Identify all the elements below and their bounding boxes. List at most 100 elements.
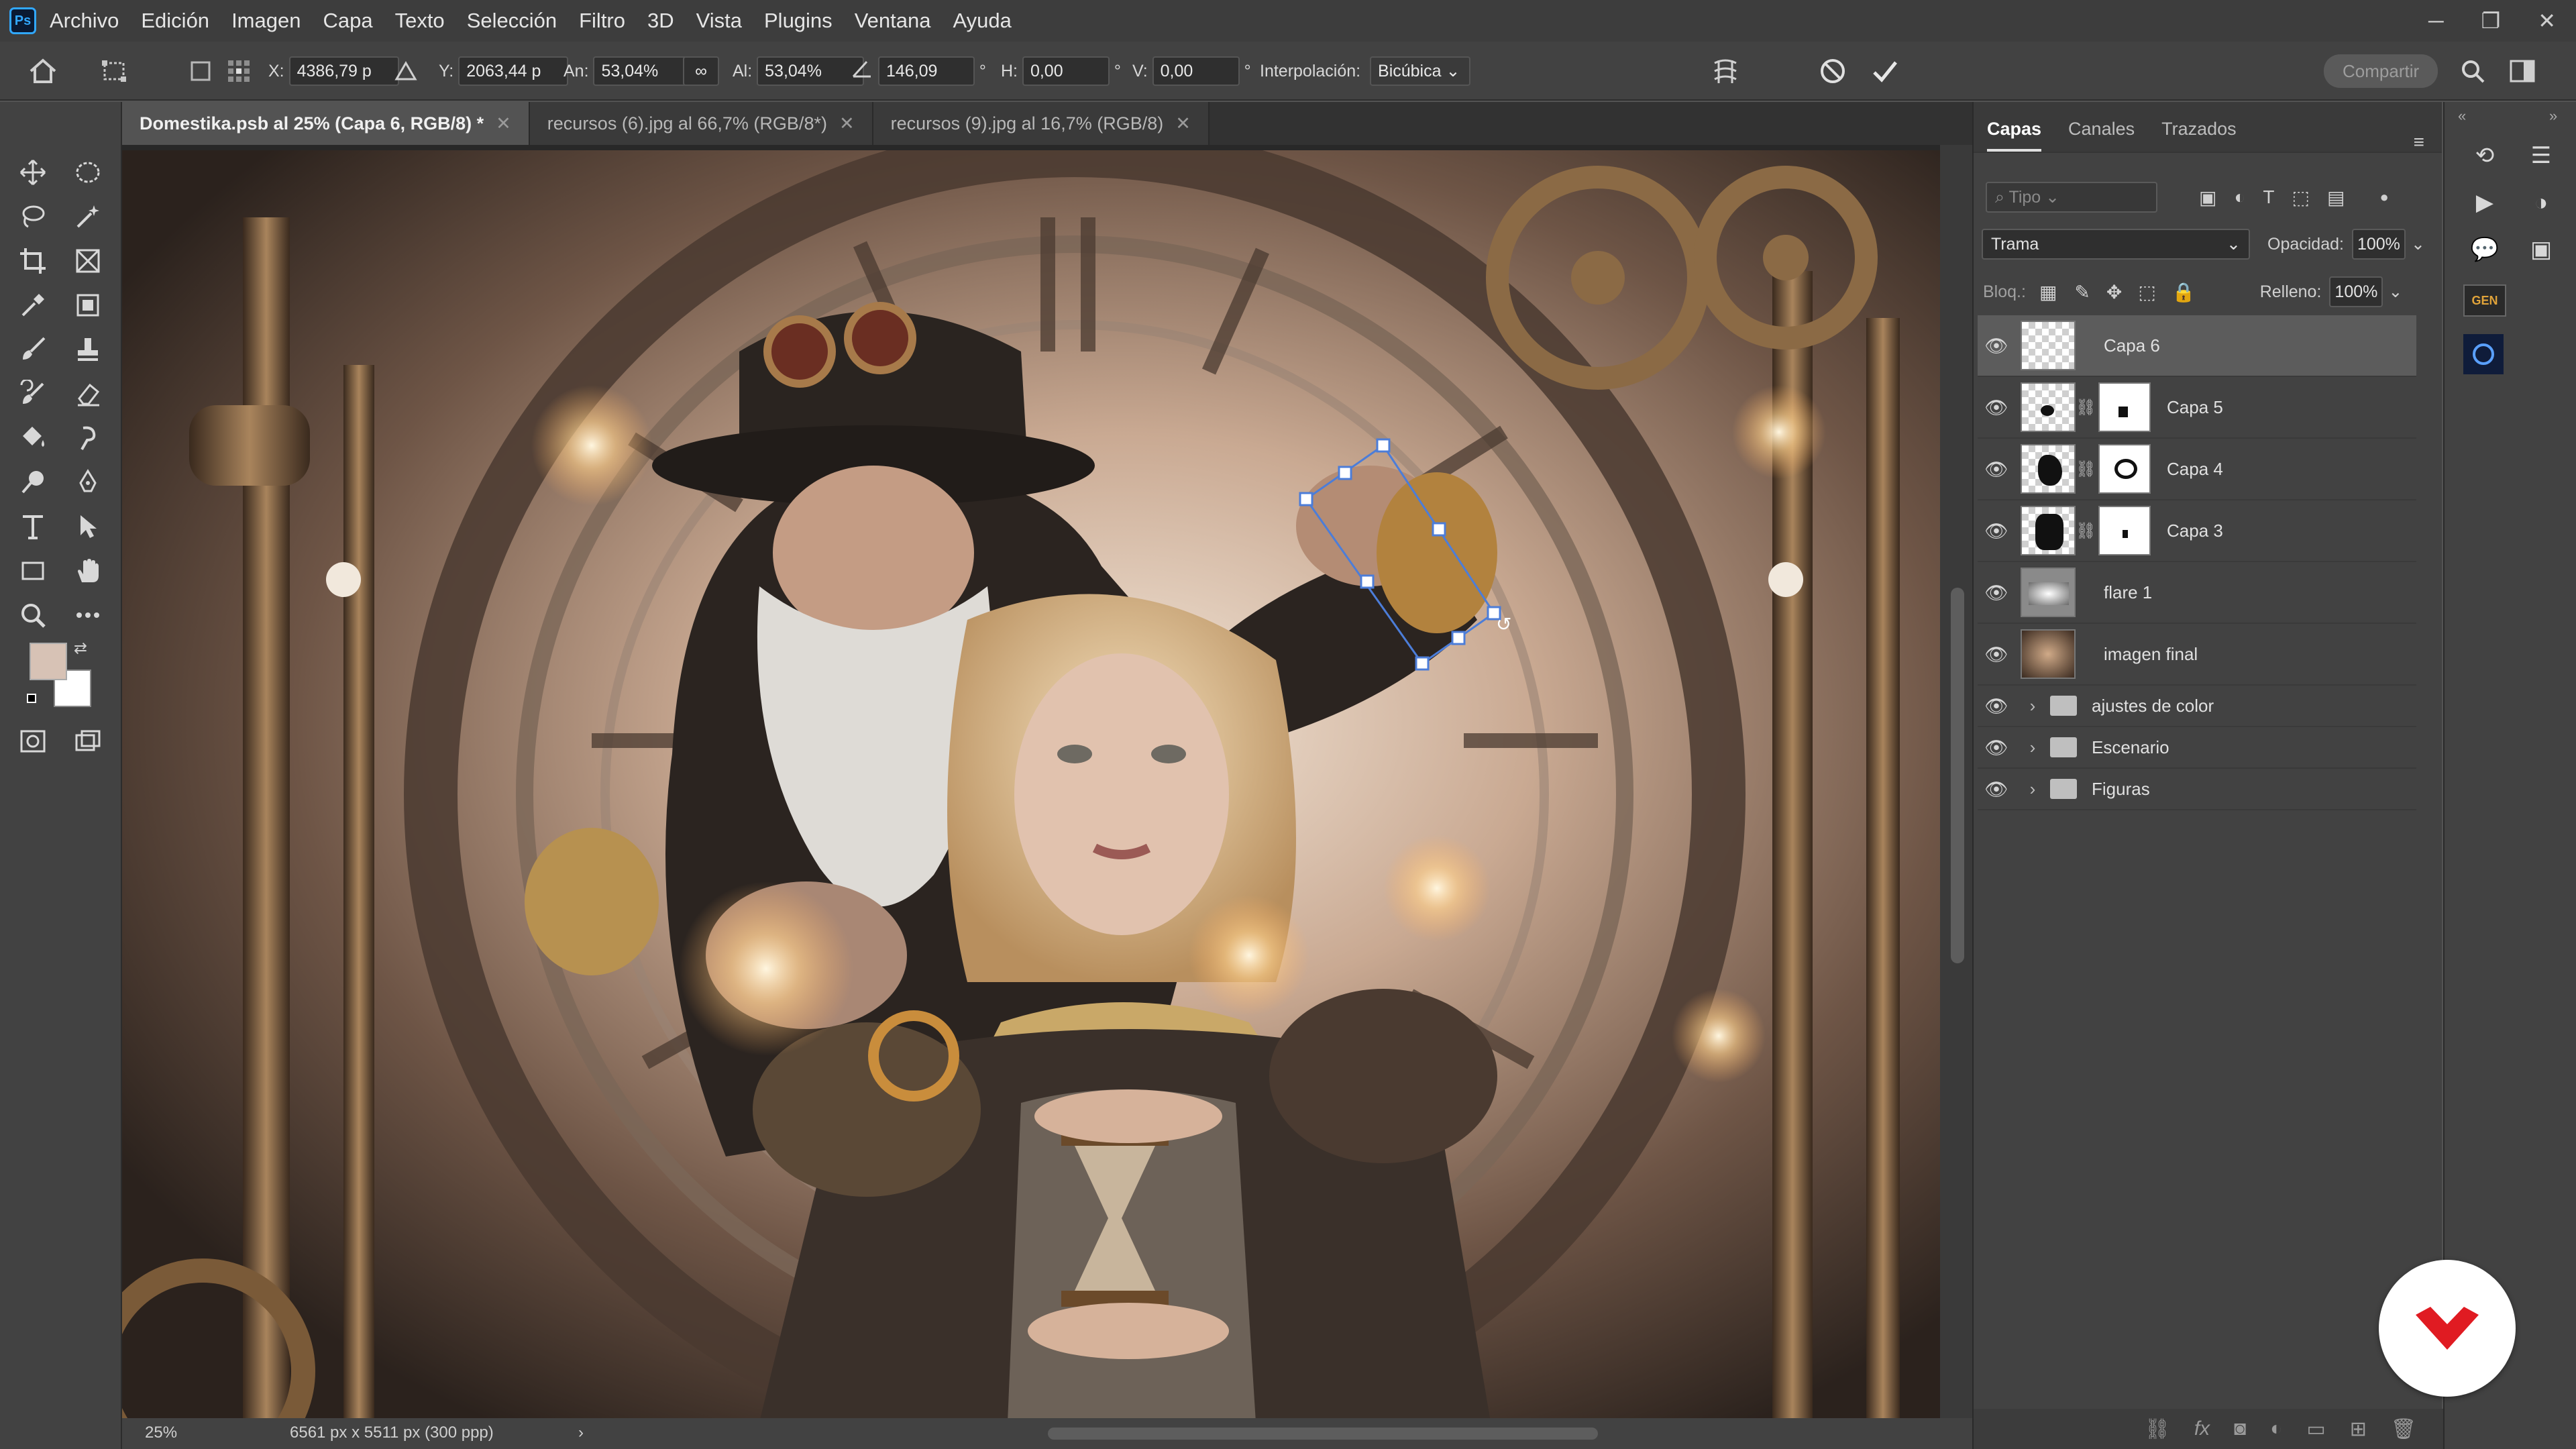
fill-field[interactable]: 100% bbox=[2329, 276, 2383, 307]
layer-mask-thumbnail[interactable] bbox=[2098, 382, 2151, 432]
close-tab-icon[interactable]: ✕ bbox=[839, 113, 855, 133]
cancel-transform-icon[interactable] bbox=[1818, 42, 1847, 101]
opacity-field[interactable]: 100% bbox=[2351, 229, 2406, 260]
new-group-icon[interactable]: ▭ bbox=[2306, 1417, 2325, 1441]
layer-row[interactable]: 👁 imagen final bbox=[1978, 624, 2416, 686]
chevron-right-icon[interactable]: › bbox=[2019, 779, 2046, 800]
fx-icon[interactable]: fx bbox=[2194, 1417, 2210, 1440]
menu-ventana[interactable]: Ventana bbox=[855, 9, 931, 33]
x-position-field[interactable]: 4386,79 p bbox=[288, 56, 399, 86]
link-mask-icon[interactable]: ⛓ bbox=[2076, 460, 2096, 479]
quick-mask-icon[interactable] bbox=[11, 720, 55, 762]
menu-edicion[interactable]: Edición bbox=[141, 9, 209, 33]
more-tools-icon[interactable] bbox=[66, 594, 110, 636]
lock-transparency-icon[interactable]: ▦ bbox=[2039, 281, 2057, 303]
default-colors-icon[interactable] bbox=[27, 694, 36, 703]
v-skew-field[interactable]: 0,00 bbox=[1152, 56, 1240, 86]
lock-all-icon[interactable]: 🔒 bbox=[2172, 281, 2196, 303]
link-layers-icon[interactable]: ⛓ bbox=[2145, 1417, 2170, 1441]
layer-row[interactable]: 👁 ⛓ Capa 3 bbox=[1978, 500, 2416, 562]
filter-type-icon[interactable]: T bbox=[2263, 186, 2274, 208]
filter-toggle-icon[interactable]: ● bbox=[2379, 189, 2388, 206]
collapse-panels-icon[interactable]: « bbox=[2458, 107, 2466, 125]
horizontal-scroll-thumb[interactable] bbox=[1048, 1428, 1598, 1440]
filter-pixel-icon[interactable]: ▣ bbox=[2199, 186, 2216, 209]
rectangle-tool-icon[interactable] bbox=[11, 550, 55, 592]
add-mask-icon[interactable]: ◙ bbox=[2234, 1417, 2246, 1440]
opacity-dropdown-icon[interactable]: ⌄ bbox=[2411, 234, 2425, 254]
frame-tool-icon[interactable] bbox=[66, 240, 110, 282]
history-brush-tool-icon[interactable] bbox=[11, 373, 55, 415]
menu-filtro[interactable]: Filtro bbox=[579, 9, 625, 33]
lock-pixels-icon[interactable]: ✎ bbox=[2074, 281, 2090, 303]
close-tab-icon[interactable]: ✕ bbox=[1175, 113, 1191, 133]
layer-row[interactable]: 👁 Capa 6 bbox=[1978, 315, 2416, 377]
y-position-field[interactable]: 2063,44 p bbox=[458, 56, 569, 86]
filter-shape-icon[interactable]: ⬚ bbox=[2292, 186, 2310, 209]
path-selection-tool-icon[interactable] bbox=[66, 506, 110, 547]
layer-row[interactable]: 👁 ⛓ Capa 5 bbox=[1978, 377, 2416, 439]
gen-plugin-icon[interactable]: GEN bbox=[2463, 284, 2506, 317]
adjustments-icon[interactable]: ◑ bbox=[2520, 181, 2563, 224]
menu-archivo[interactable]: Archivo bbox=[50, 9, 119, 33]
expand-panels-icon[interactable]: » bbox=[2549, 107, 2557, 125]
dodge-tool-icon[interactable] bbox=[11, 462, 55, 503]
brush-tool-icon[interactable] bbox=[11, 329, 55, 370]
restore-icon[interactable]: ❐ bbox=[2481, 8, 2501, 34]
commit-transform-icon[interactable] bbox=[1870, 42, 1900, 101]
paint-bucket-tool-icon[interactable] bbox=[11, 417, 55, 459]
menu-vista[interactable]: Vista bbox=[696, 9, 742, 33]
share-button[interactable]: Compartir bbox=[2324, 54, 2438, 88]
interpolation-select[interactable]: Bicúbica ⌄ bbox=[1370, 56, 1471, 86]
tab-capas[interactable]: Capas bbox=[1987, 119, 2042, 152]
zoom-level[interactable]: 25% bbox=[145, 1424, 177, 1442]
menu-ayuda[interactable]: Ayuda bbox=[953, 9, 1011, 33]
layer-name[interactable]: Capa 5 bbox=[2167, 397, 2223, 418]
menu-imagen[interactable]: Imagen bbox=[231, 9, 301, 33]
hand-tool-icon[interactable] bbox=[66, 550, 110, 592]
eraser-tool-icon[interactable] bbox=[66, 373, 110, 415]
zoom-tool-icon[interactable] bbox=[11, 594, 55, 636]
relative-position-icon[interactable] bbox=[394, 42, 417, 101]
fill-dropdown-icon[interactable]: ⌄ bbox=[2388, 282, 2402, 302]
tab-domestika[interactable]: Domestika.psb al 25% (Capa 6, RGB/8) * ✕ bbox=[122, 102, 530, 145]
magic-wand-tool-icon[interactable] bbox=[66, 196, 110, 237]
layer-filter-select[interactable]: ⌕ Tipo ⌄ bbox=[1986, 182, 2157, 213]
menu-seleccion[interactable]: Selección bbox=[467, 9, 557, 33]
chevron-right-icon[interactable]: › bbox=[2019, 737, 2046, 758]
close-icon[interactable]: ✕ bbox=[2538, 8, 2556, 34]
layer-group-row[interactable]: 👁 › ajustes de color bbox=[1978, 686, 2416, 727]
tab-recursos-9[interactable]: recursos (9).jpg al 16,7% (RGB/8) ✕ bbox=[873, 102, 1210, 145]
menu-capa[interactable]: Capa bbox=[323, 9, 372, 33]
delete-layer-icon[interactable]: 🗑 bbox=[2391, 1417, 2416, 1441]
type-tool-icon[interactable] bbox=[11, 506, 55, 547]
close-tab-icon[interactable]: ✕ bbox=[496, 113, 511, 133]
new-layer-icon[interactable]: ⊞ bbox=[2350, 1417, 2367, 1441]
tab-canales[interactable]: Canales bbox=[2068, 119, 2135, 152]
layer-name[interactable]: Capa 3 bbox=[2167, 521, 2223, 541]
status-menu-arrow[interactable]: › bbox=[578, 1424, 584, 1442]
layer-name[interactable]: ajustes de color bbox=[2092, 696, 2214, 716]
screen-mode-icon[interactable] bbox=[66, 720, 110, 762]
angle-field[interactable]: 146,09 bbox=[877, 56, 975, 86]
layer-name[interactable]: imagen final bbox=[2104, 644, 2198, 665]
plugin-circle-icon[interactable] bbox=[2463, 334, 2504, 374]
crop-tool-icon[interactable] bbox=[11, 240, 55, 282]
filter-smart-object-icon[interactable]: ▤ bbox=[2327, 186, 2345, 209]
home-icon[interactable] bbox=[28, 42, 58, 101]
move-tool-icon[interactable] bbox=[11, 152, 55, 193]
link-proportions-icon[interactable]: ∞ bbox=[683, 56, 719, 86]
eyedropper-tool-icon[interactable] bbox=[11, 284, 55, 326]
layer-name[interactable]: flare 1 bbox=[2104, 582, 2152, 603]
panel-menu-icon[interactable]: ≡ bbox=[2414, 131, 2424, 153]
h-skew-field[interactable]: 0,00 bbox=[1022, 56, 1110, 86]
stamp-tool-icon[interactable] bbox=[66, 329, 110, 370]
history-icon[interactable]: ⟲ bbox=[2463, 134, 2506, 177]
eye-icon[interactable]: 👁 bbox=[1978, 695, 2015, 717]
layer-name[interactable]: Escenario bbox=[2092, 737, 2169, 758]
layer-row[interactable]: 👁 ⛓ Capa 4 bbox=[1978, 439, 2416, 500]
height-field[interactable]: 53,04% bbox=[757, 56, 865, 86]
tab-recursos-6[interactable]: recursos (6).jpg al 66,7% (RGB/8*) ✕ bbox=[529, 102, 873, 145]
menu-plugins[interactable]: Plugins bbox=[764, 9, 833, 33]
eye-icon[interactable]: 👁 bbox=[1978, 582, 2015, 604]
